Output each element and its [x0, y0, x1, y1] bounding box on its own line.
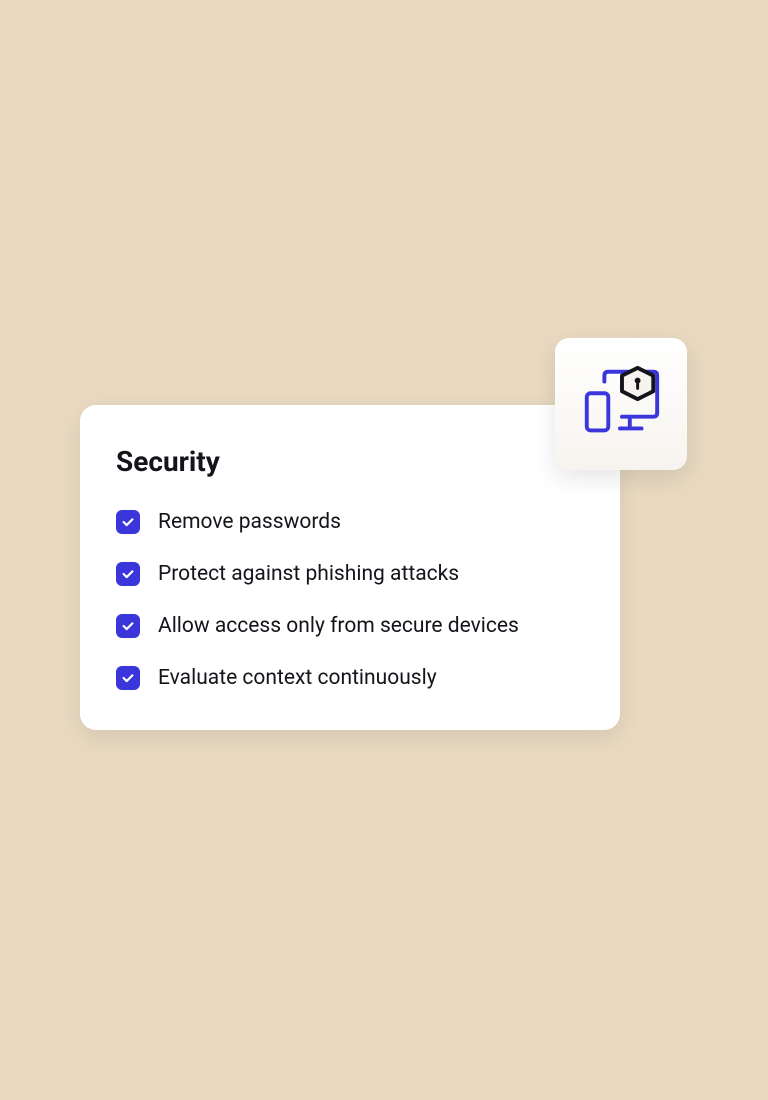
check-item-3: Evaluate context continuously — [116, 666, 584, 690]
checklist: Remove passwords Protect against phishin… — [116, 510, 584, 690]
checkbox-2[interactable] — [116, 614, 140, 638]
check-item-2: Allow access only from secure devices — [116, 614, 584, 638]
security-card: Security Remove passwords Protect agains… — [80, 405, 620, 730]
card-title: Security — [116, 445, 584, 478]
checkmark-icon — [121, 567, 135, 581]
checkbox-3[interactable] — [116, 666, 140, 690]
checkbox-0[interactable] — [116, 510, 140, 534]
check-label-2: Allow access only from secure devices — [158, 614, 519, 638]
check-item-0: Remove passwords — [116, 510, 584, 534]
check-item-1: Protect against phishing attacks — [116, 562, 584, 586]
check-label-0: Remove passwords — [158, 510, 341, 534]
checkmark-icon — [121, 619, 135, 633]
check-label-1: Protect against phishing attacks — [158, 562, 459, 586]
check-label-3: Evaluate context continuously — [158, 666, 437, 690]
checkmark-icon — [121, 515, 135, 529]
checkbox-1[interactable] — [116, 562, 140, 586]
security-icon-badge — [555, 338, 687, 470]
checkmark-icon — [121, 671, 135, 685]
secure-devices-icon — [577, 365, 665, 443]
